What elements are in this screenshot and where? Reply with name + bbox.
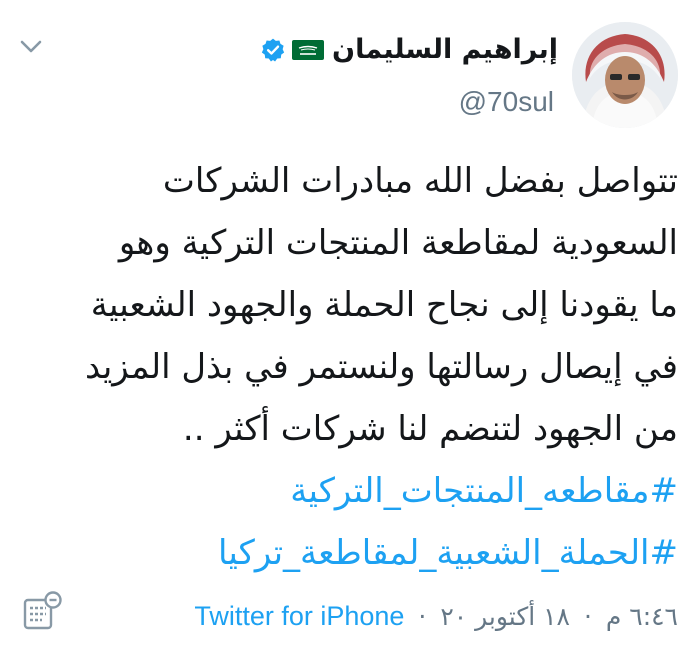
tweet-text-line: تتواصل بفضل الله مبادرات الشركات bbox=[162, 161, 678, 201]
tweet-text-line: ما يقودنا إلى نجاح الحملة والجهود الشعبي… bbox=[90, 285, 678, 325]
tweet-text-line: من الجهود لتنضم لنا شركات أكثر .. bbox=[182, 409, 678, 449]
tweet-text-line: السعودية لمقاطعة المنتجات التركية وهو bbox=[118, 223, 678, 263]
tweet-time: ٦:٤٦ م bbox=[605, 602, 678, 631]
meta-separator: · bbox=[418, 602, 427, 631]
tweet-date: ١٨ أكتوبر ٢٠ bbox=[440, 602, 570, 631]
hashtag-link[interactable]: #الحملة_الشعبية_لمقاطعة_تركيا bbox=[118, 522, 678, 584]
saudi-flag-icon bbox=[292, 39, 325, 60]
avatar-image bbox=[572, 22, 678, 128]
analytics-icon[interactable] bbox=[20, 590, 68, 634]
avatar[interactable] bbox=[572, 22, 678, 128]
chevron-down-icon[interactable] bbox=[14, 36, 48, 58]
handle[interactable]: @70sul bbox=[459, 86, 554, 118]
verified-badge-icon bbox=[260, 37, 286, 63]
display-name[interactable]: إبراهيم السليمان bbox=[332, 36, 558, 63]
tweet-source-link[interactable]: Twitter for iPhone bbox=[194, 601, 404, 631]
tweet-text-line: في إيصال رسالتها ولنستمر في بذل المزيد bbox=[85, 347, 678, 387]
tweet-text: تتواصل بفضل الله مبادرات الشركات السعودي… bbox=[85, 150, 678, 584]
meta-separator: · bbox=[583, 602, 592, 631]
author-name-row: إبراهيم السليمان bbox=[260, 36, 558, 63]
hashtag-link[interactable]: #مقاطعه_المنتجات_التركية bbox=[118, 460, 678, 522]
tweet-meta: ٦:٤٦ م · ١٨ أكتوبر ٢٠ · Twitter for iPho… bbox=[194, 600, 678, 632]
